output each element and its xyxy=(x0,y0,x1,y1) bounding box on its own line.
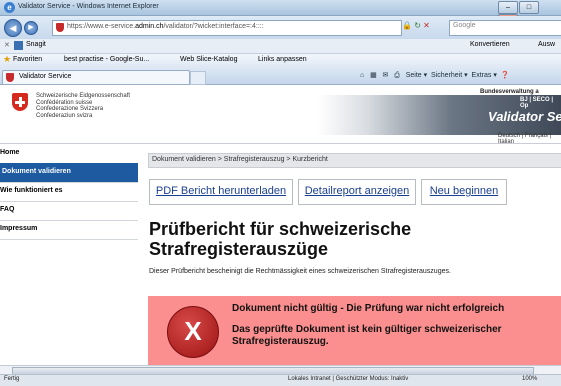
tab-title: Validator Service xyxy=(19,73,72,80)
minimize-button[interactable]: – xyxy=(498,1,518,14)
command-security[interactable]: Sicherheit xyxy=(431,72,462,79)
convert-more-button[interactable]: Ausw xyxy=(538,41,555,48)
page-description: Dieser Prüfbericht bescheinigt die Recht… xyxy=(149,268,451,275)
window-title: Validator Service - Windows Internet Exp… xyxy=(18,3,159,10)
address-actions: 🔒 ↻ ✕ xyxy=(402,21,430,30)
url-text: https://www.e-service.admin.ch/validator… xyxy=(67,23,264,30)
restart-button[interactable]: Neu beginnen xyxy=(421,179,507,205)
status-text: Fertig xyxy=(4,376,20,382)
nav-item-wie-funktioniert-es[interactable]: Wie funktioniert es xyxy=(0,182,138,202)
window-controls: –□✕ xyxy=(497,1,557,27)
maximize-button[interactable]: □ xyxy=(519,1,539,14)
detail-report-button[interactable]: Detailreport anzeigen xyxy=(298,179,416,205)
status-bar: Fertig Lokales Intranet | Geschützter Mo… xyxy=(0,374,561,386)
forward-button[interactable]: ▶ xyxy=(24,21,38,35)
security-zone: Lokales Intranet | Geschützter Modus: In… xyxy=(288,376,409,382)
snagit-label[interactable]: Snagit xyxy=(26,41,46,48)
search-placeholder: Google xyxy=(453,22,476,29)
address-row: ◀ ▶ https://www.e-service.admin.ch/valid… xyxy=(0,16,561,39)
shield-icon xyxy=(56,23,64,32)
favorites-button[interactable]: Favoriten xyxy=(13,56,42,63)
nav-item-home[interactable]: Home xyxy=(0,144,138,164)
breadcrumb: Dokument validieren > Strafregisterauszu… xyxy=(148,153,561,168)
service-title: Validator Ser xyxy=(488,109,561,124)
search-input[interactable]: Google xyxy=(449,20,561,36)
zoom-level[interactable]: 100% xyxy=(522,376,537,382)
pdf-report-button[interactable]: PDF Bericht herunterladen xyxy=(149,179,293,205)
confederation-name: Schweizerische Eidgenossenschaft Confédé… xyxy=(36,93,131,119)
address-bar[interactable]: https://www.e-service.admin.ch/validator… xyxy=(52,20,402,36)
ie-logo-icon: e xyxy=(4,2,15,13)
nav-item-impressum[interactable]: Impressum xyxy=(0,220,138,240)
convert-button[interactable]: Konvertieren xyxy=(470,41,510,48)
star-icon: ★ xyxy=(3,54,12,64)
error-title: Dokument nicht gültig - Die Prüfung war … xyxy=(232,303,505,314)
back-button[interactable]: ◀ xyxy=(4,19,22,37)
refresh-icon[interactable]: ↻ xyxy=(414,21,421,30)
window-titlebar: e Validator Service - Windows Internet E… xyxy=(0,0,561,27)
page-title: Prüfbericht für schweizerische Strafregi… xyxy=(149,219,412,259)
favorite-item-1[interactable]: best practise - Google-Su... xyxy=(64,56,149,63)
error-panel: X Dokument nicht gültig - Die Prüfung wa… xyxy=(148,296,561,366)
stop-icon[interactable]: ✕ xyxy=(423,21,430,30)
shield-icon xyxy=(6,73,14,82)
error-message: Das geprüfte Dokument ist kein gültiger … xyxy=(232,324,502,347)
nav-item-dokument-validieren[interactable]: Dokument validieren xyxy=(0,163,138,183)
snagit-toolbar: ✕ Snagit Konvertieren Ausw xyxy=(0,39,561,54)
lock-icon[interactable]: 🔒 xyxy=(402,21,412,30)
command-bar: ⌂ ▦ ✉ ⎙ Seite ▾ Sicherheit ▾ Extras ▾ ❓ xyxy=(360,72,510,79)
favorite-item-3[interactable]: Links anpassen xyxy=(258,56,307,63)
mail-icon[interactable]: ✉ xyxy=(383,72,389,79)
tab-row: Validator Service ⌂ ▦ ✉ ⎙ Seite ▾ Sicher… xyxy=(0,68,561,85)
new-tab-button[interactable] xyxy=(190,71,206,85)
print-icon[interactable]: ⎙ xyxy=(394,72,400,79)
nav-item-faq[interactable]: FAQ xyxy=(0,201,138,221)
error-icon: X xyxy=(167,306,219,358)
snagit-icon xyxy=(14,41,23,50)
command-tools[interactable]: Extras xyxy=(472,72,492,79)
feeds-icon[interactable]: ▦ xyxy=(370,72,377,79)
favorites-bar: ★ Favoriten best practise - Google-Su...… xyxy=(0,54,561,68)
home-icon[interactable]: ⌂ xyxy=(360,72,364,79)
tab-validator-service[interactable]: Validator Service xyxy=(2,70,190,84)
department-links[interactable]: BJ | SECO | Op xyxy=(520,97,561,109)
department-line: Bundesverwaltung a xyxy=(480,89,539,95)
page-header: Schweizerische Eidgenossenschaft Confédé… xyxy=(0,85,561,145)
help-icon[interactable]: ❓ xyxy=(501,72,510,79)
favorite-item-2[interactable]: Web Slice-Katalog xyxy=(180,56,237,63)
close-toolbar-icon[interactable]: ✕ xyxy=(4,41,10,49)
command-page[interactable]: Seite xyxy=(406,72,422,79)
swiss-cross-icon xyxy=(12,93,28,111)
